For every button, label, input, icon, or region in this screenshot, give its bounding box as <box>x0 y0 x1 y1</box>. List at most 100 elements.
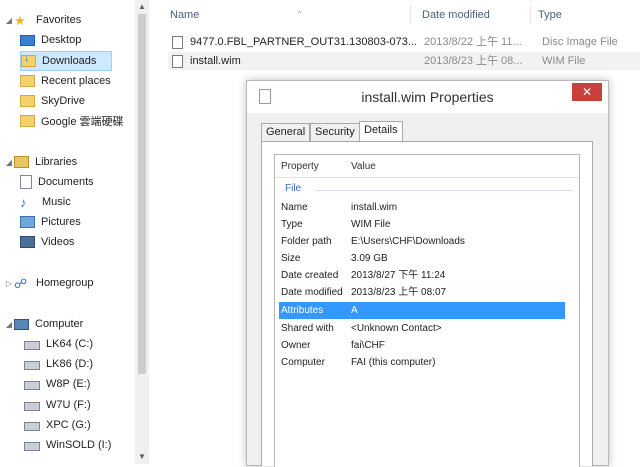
nav-favorites-label: Favorites <box>36 14 82 26</box>
column-header-label: Type <box>538 9 562 21</box>
tab-security[interactable]: Security <box>310 123 360 141</box>
group-header-file: File <box>285 183 302 194</box>
sort-ascending-icon: ^ <box>298 11 302 18</box>
nav-drive-label: WinSOLD (I:) <box>46 439 112 451</box>
property-value: WIM File <box>351 219 391 230</box>
nav-favorites[interactable]: ◢ ★ Favorites <box>4 11 81 29</box>
nav-item-label: Downloads <box>42 55 97 67</box>
nav-item-label: Desktop <box>41 34 82 46</box>
property-list[interactable]: Property Value File Name install.wim Typ… <box>274 154 580 467</box>
properties-dialog: install.wim Properties ✕ General Securit… <box>246 80 609 467</box>
property-name: Attributes <box>281 305 324 316</box>
property-name: Folder path <box>281 236 332 247</box>
property-name: Computer <box>281 357 325 368</box>
nav-drive-d[interactable]: LK86 (D:) <box>24 355 93 373</box>
nav-homegroup[interactable]: ▷ ☍ Homegroup <box>4 274 94 292</box>
scroll-down-arrow-icon[interactable]: ▼ <box>135 450 149 464</box>
nav-item-label: Recent places <box>41 75 111 87</box>
libraries-icon <box>14 156 29 168</box>
column-header-property[interactable]: Property <box>281 159 319 175</box>
nav-item-documents[interactable]: Documents <box>20 173 94 191</box>
nav-item-music[interactable]: ♪ Music <box>20 193 71 211</box>
property-value: FAI (this computer) <box>351 357 436 368</box>
column-header-name[interactable]: Name ^ <box>166 6 411 24</box>
chevron-right-icon[interactable]: ▷ <box>4 279 14 288</box>
chevron-down-icon[interactable]: ◢ <box>4 320 14 329</box>
nav-item-pictures[interactable]: Pictures <box>20 213 81 231</box>
column-header-label: Name <box>170 9 200 21</box>
property-name: Date modified <box>281 287 343 298</box>
navigation-pane: ◢ ★ Favorites Desktop Downloads Recent p… <box>0 0 152 464</box>
nav-libraries-label: Libraries <box>35 156 78 168</box>
google-drive-icon <box>20 115 35 127</box>
nav-item-skydrive[interactable]: SkyDrive <box>20 92 85 110</box>
drive-icon <box>24 341 40 350</box>
scroll-thumb[interactable] <box>138 14 146 374</box>
property-row-selected[interactable]: Attributes A <box>279 302 565 319</box>
file-type: Disc Image File <box>542 36 618 48</box>
file-type: WIM File <box>542 55 586 67</box>
property-row[interactable]: Type WIM File <box>279 216 565 233</box>
nav-drive-f[interactable]: W7U (F:) <box>24 396 91 414</box>
property-value: E:\Users\CHF\Downloads <box>351 236 465 247</box>
file-name: install.wim <box>190 55 241 67</box>
chevron-down-icon[interactable]: ◢ <box>4 16 14 25</box>
file-row[interactable]: install.wim 2013/8/23 上午 08... WIM File <box>168 52 640 70</box>
nav-computer-label: Computer <box>35 318 84 330</box>
pictures-icon <box>20 216 35 228</box>
property-value: 3.09 GB <box>351 253 388 264</box>
file-name: 9477.0.FBL_PARTNER_OUT31.130803-073... <box>190 36 416 48</box>
property-row[interactable]: Owner fai\CHF <box>279 337 565 354</box>
skydrive-icon <box>20 95 35 107</box>
nav-drive-g[interactable]: XPC (G:) <box>24 416 91 434</box>
nav-computer[interactable]: ◢ Computer <box>4 315 83 333</box>
chevron-down-icon[interactable]: ◢ <box>4 158 14 167</box>
nav-homegroup-label: Homegroup <box>36 277 94 289</box>
property-name: Name <box>281 202 308 213</box>
property-row[interactable]: Computer FAI (this computer) <box>279 354 565 371</box>
windows-drive-icon <box>24 381 40 390</box>
property-name: Date created <box>281 270 339 281</box>
documents-icon <box>20 175 32 189</box>
header-divider <box>275 177 579 178</box>
disc-image-file-icon <box>172 36 183 49</box>
nav-item-google-drive[interactable]: Google 雲端硬碟 <box>20 112 124 130</box>
nav-item-label: Pictures <box>41 216 81 228</box>
nav-item-downloads[interactable]: Downloads <box>20 51 112 71</box>
nav-item-desktop[interactable]: Desktop <box>20 31 81 49</box>
file-date: 2013/8/22 上午 11... <box>424 36 522 48</box>
property-value: 2013/8/23 上午 08:07 <box>351 287 447 298</box>
tab-general[interactable]: General <box>261 123 311 141</box>
property-row[interactable]: Size 3.09 GB <box>279 250 565 267</box>
dialog-titlebar[interactable]: install.wim Properties ✕ <box>247 81 608 113</box>
file-row[interactable]: 9477.0.FBL_PARTNER_OUT31.130803-073... 2… <box>168 33 640 51</box>
column-header-type[interactable]: Type <box>534 6 638 24</box>
nav-drive-label: XPC (G:) <box>46 419 91 431</box>
scroll-up-arrow-icon[interactable]: ▲ <box>135 0 149 14</box>
property-value: install.wim <box>351 202 398 213</box>
nav-drive-e[interactable]: W8P (E:) <box>24 375 90 393</box>
details-tab-panel: Property Value File Name install.wim Typ… <box>261 141 593 467</box>
videos-icon <box>20 236 35 248</box>
close-button[interactable]: ✕ <box>572 83 602 101</box>
nav-item-label: SkyDrive <box>41 95 86 107</box>
property-row[interactable]: Name install.wim <box>279 199 565 216</box>
property-row[interactable]: Date created 2013/8/27 下午 11:24 <box>279 267 565 284</box>
nav-item-label: Videos <box>41 236 75 248</box>
nav-item-label: Music <box>42 196 71 208</box>
nav-scrollbar[interactable]: ▲ ▼ <box>135 0 149 464</box>
nav-drive-c[interactable]: LK64 (C:) <box>24 335 93 353</box>
property-row[interactable]: Shared with <Unknown Contact> <box>279 320 565 337</box>
homegroup-icon: ☍ <box>14 275 28 291</box>
nav-drive-i[interactable]: WinSOLD (I:) <box>24 436 111 454</box>
tab-details[interactable]: Details <box>359 121 403 142</box>
property-row[interactable]: Folder path E:\Users\CHF\Downloads <box>279 233 565 250</box>
file-date: 2013/8/23 上午 08... <box>424 55 523 67</box>
nav-item-recent-places[interactable]: Recent places <box>20 72 111 90</box>
drive-icon <box>24 422 40 431</box>
nav-libraries[interactable]: ◢ Libraries <box>4 153 77 171</box>
column-header-date[interactable]: Date modified <box>418 6 531 24</box>
column-header-value[interactable]: Value <box>351 159 376 175</box>
nav-item-videos[interactable]: Videos <box>20 233 74 251</box>
property-row[interactable]: Date modified 2013/8/23 上午 08:07 <box>279 284 565 301</box>
